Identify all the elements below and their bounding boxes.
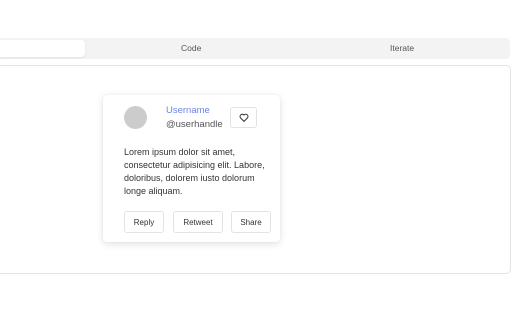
- username-link[interactable]: Username: [166, 105, 210, 116]
- like-button[interactable]: [230, 107, 257, 128]
- tab-iterate[interactable]: Iterate: [390, 38, 414, 59]
- tab-code[interactable]: Code: [181, 38, 201, 59]
- retweet-button[interactable]: Retweet: [173, 211, 223, 233]
- tweet-card: Username @userhandle Lorem ipsum dolor s…: [103, 95, 280, 242]
- tweet-text: Lorem ipsum dolor sit amet, consectetur …: [124, 147, 265, 196]
- tab-preview-active[interactable]: [0, 40, 85, 57]
- user-handle: @userhandle: [166, 119, 223, 130]
- share-button[interactable]: Share: [231, 211, 271, 233]
- avatar: [124, 106, 147, 129]
- heart-outline-icon: [239, 113, 248, 122]
- tab-bar: Code Iterate: [0, 38, 510, 59]
- reply-button[interactable]: Reply: [124, 211, 164, 233]
